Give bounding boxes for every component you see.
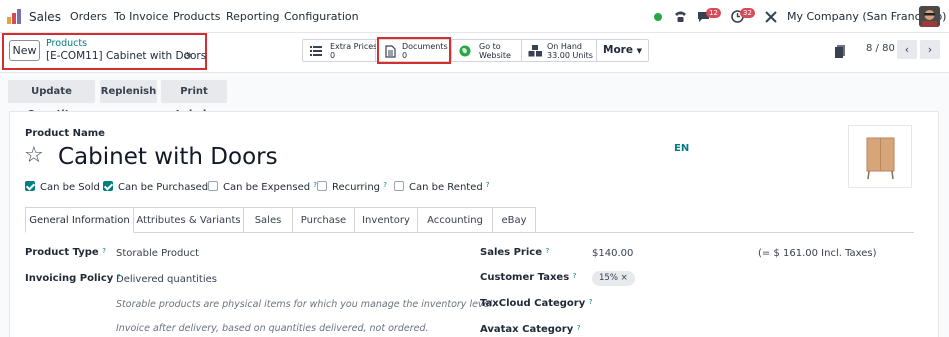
sales-price-label: Sales Price ? — [480, 247, 549, 258]
more-button[interactable]: More ▼ — [597, 39, 650, 62]
tab-sales[interactable]: Sales — [244, 207, 293, 233]
app-name[interactable]: Sales — [29, 10, 61, 24]
tab-purchase[interactable]: Purchase — [293, 207, 355, 233]
help-icon[interactable]: ? — [383, 181, 387, 189]
taxcloud-category-label: TaxCloud Category ? — [480, 298, 592, 309]
archive-icon[interactable] — [835, 45, 846, 58]
tax-tag-label: 15% — [599, 273, 618, 283]
extra-prices-count: 0 — [330, 51, 336, 60]
caret-down-icon: ▼ — [636, 47, 643, 55]
user-avatar[interactable] — [919, 6, 940, 27]
go-to-website-button[interactable]: Go to Website — [452, 39, 522, 62]
website-label: Website — [479, 51, 511, 60]
checkbox-empty-icon — [317, 181, 327, 191]
tools-icon[interactable] — [765, 11, 777, 23]
invoicing-policy-value[interactable]: Delivered quantities — [116, 274, 217, 285]
can-be-purchased-label: Can be Purchased — [118, 182, 209, 193]
notebook-tabs: General Information Attributes & Variant… — [25, 207, 536, 233]
sales-app-icon[interactable] — [7, 9, 23, 24]
recurring-label: Recurring — [332, 182, 380, 193]
checkbox-checked-icon — [25, 181, 35, 191]
checkbox-checked-icon — [103, 181, 113, 191]
avatax-label-text: Avatax Category — [480, 324, 574, 335]
on-hand-button[interactable]: On Hand 33.00 Units — [522, 39, 597, 62]
help-icon[interactable]: ? — [577, 324, 581, 332]
product-image[interactable] — [848, 125, 912, 188]
help-icon[interactable]: ? — [102, 247, 106, 255]
new-button[interactable]: New — [9, 40, 40, 61]
documents-highlight — [377, 37, 451, 64]
sales-price-label-text: Sales Price — [480, 247, 542, 258]
can-be-rented-checkbox[interactable]: Can be Rented ? — [394, 181, 490, 193]
list-icon — [310, 46, 322, 56]
stat-buttons: Extra Prices 0 Documents 0 Go to Website — [302, 39, 650, 62]
on-hand-label: On Hand — [547, 42, 582, 51]
update-quantity-button[interactable]: Update Quantity — [8, 80, 95, 120]
incl-taxes-value: (= $ 161.00 Incl. Taxes) — [758, 248, 877, 259]
breadcrumb-parent[interactable]: Products — [46, 38, 87, 49]
can-be-rented-label: Can be Rented — [409, 182, 483, 193]
product-type-help-text: Storable products are physical items for… — [116, 299, 496, 310]
cabinet-image — [866, 137, 895, 180]
product-name-label: Product Name — [25, 128, 105, 139]
remove-tag-icon[interactable]: × — [621, 273, 628, 283]
invoicing-policy-label-text: Invoicing Policy — [25, 273, 114, 284]
messages-badge: 12 — [706, 8, 721, 18]
taxcloud-label-text: TaxCloud Category — [480, 298, 586, 309]
tab-ebay[interactable]: eBay — [493, 207, 536, 233]
help-icon[interactable]: ? — [545, 247, 549, 255]
tab-inventory[interactable]: Inventory — [355, 207, 418, 233]
help-icon[interactable]: ? — [573, 272, 577, 280]
tab-general-information[interactable]: General Information — [25, 207, 134, 233]
menu-orders[interactable]: Orders — [70, 10, 107, 23]
tab-accounting[interactable]: Accounting — [418, 207, 493, 233]
control-panel: New Products [E-COM11] Cabinet with Door… — [0, 33, 949, 73]
replenish-button[interactable]: Replenish — [100, 80, 157, 103]
product-type-value[interactable]: Storable Product — [116, 248, 199, 259]
can-be-expensed-checkbox[interactable]: Can be Expensed ? — [208, 181, 317, 193]
help-icon[interactable]: ? — [589, 298, 593, 306]
invoicing-policy-help-text: Invoice after delivery, based on quantit… — [116, 323, 429, 334]
gear-icon[interactable]: ⚙ — [183, 51, 192, 62]
menu-configuration[interactable]: Configuration — [284, 10, 359, 23]
can-be-expensed-label: Can be Expensed — [223, 182, 311, 193]
invoicing-policy-label: Invoicing Policy ? — [25, 273, 120, 284]
activities-badge: 32 — [740, 8, 755, 18]
phone-icon[interactable] — [674, 10, 687, 23]
print-labels-button[interactable]: Print Labels — [161, 80, 227, 120]
menu-products[interactable]: Products — [173, 10, 221, 23]
customer-taxes-label-text: Customer Taxes — [480, 272, 570, 283]
sales-price-value[interactable]: $140.00 — [592, 248, 633, 259]
cubes-icon — [528, 45, 542, 57]
star-icon[interactable]: ☆ — [24, 143, 44, 168]
pager-previous-button[interactable]: ‹ — [897, 40, 917, 59]
extra-prices-button[interactable]: Extra Prices 0 — [302, 39, 378, 62]
product-name[interactable]: Cabinet with Doors — [58, 144, 278, 170]
product-type-label: Product Type ? — [25, 247, 106, 258]
can-be-purchased-checkbox[interactable]: Can be Purchased — [103, 181, 208, 193]
pager-next-button[interactable]: › — [920, 40, 940, 59]
checkbox-empty-icon — [208, 181, 218, 191]
menu-to-invoice[interactable]: To Invoice — [114, 10, 168, 23]
recurring-checkbox[interactable]: Recurring ? — [317, 181, 387, 193]
on-hand-value: 33.00 Units — [547, 51, 593, 60]
top-navbar: Sales Orders To Invoice Products Reporti… — [0, 0, 949, 33]
can-be-sold-label: Can be Sold — [40, 182, 100, 193]
checkbox-empty-icon — [394, 181, 404, 191]
tax-tag[interactable]: 15% × — [592, 271, 635, 286]
tab-attributes-variants[interactable]: Attributes & Variants — [134, 207, 244, 233]
go-to-label: Go to — [479, 42, 501, 51]
menu-reporting[interactable]: Reporting — [226, 10, 279, 23]
product-type-label-text: Product Type — [25, 247, 99, 258]
status-dot-icon — [654, 13, 662, 21]
pager-value[interactable]: 8 / 80 — [866, 43, 895, 54]
help-icon[interactable]: ? — [486, 181, 490, 189]
avatax-category-label: Avatax Category ? — [480, 324, 580, 335]
more-label: More — [603, 44, 633, 56]
can-be-sold-checkbox[interactable]: Can be Sold — [25, 181, 100, 193]
extra-prices-label: Extra Prices — [330, 42, 378, 51]
language-button[interactable]: EN — [674, 143, 689, 154]
customer-taxes-label: Customer Taxes ? — [480, 272, 576, 283]
globe-icon — [459, 45, 471, 57]
